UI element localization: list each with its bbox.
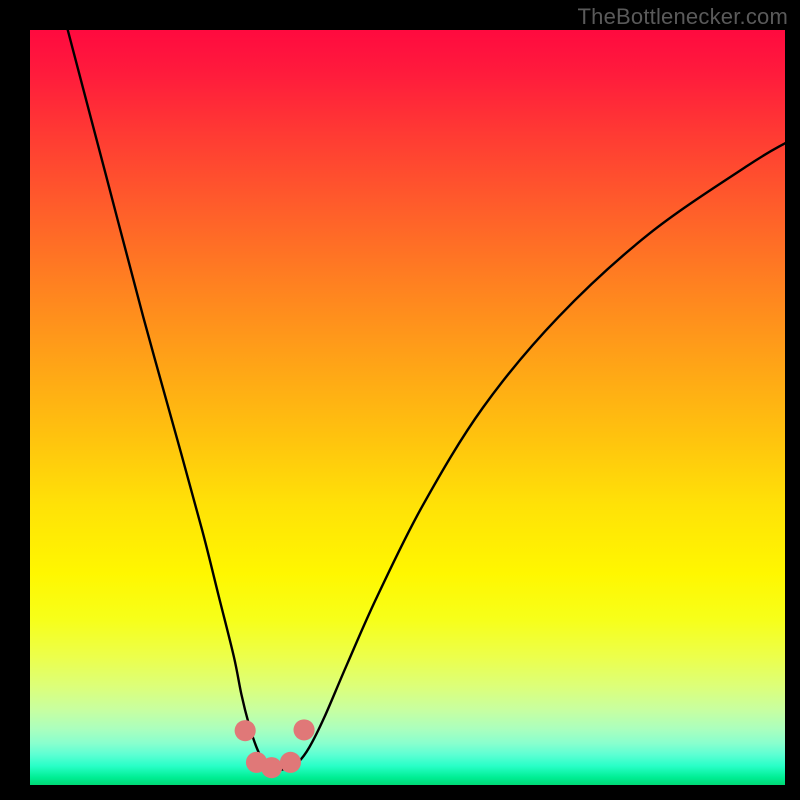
chart-frame: TheBottlenecker.com <box>0 0 800 800</box>
marker-bottom-mid <box>261 757 282 778</box>
marker-left <box>235 720 256 741</box>
marker-right <box>293 719 314 740</box>
marker-bottom-right <box>280 752 301 773</box>
plot-area <box>30 30 785 785</box>
curve-layer <box>30 30 785 785</box>
marker-group <box>235 719 315 778</box>
watermark-text: TheBottlenecker.com <box>578 4 788 30</box>
bottleneck-curve <box>68 30 785 770</box>
